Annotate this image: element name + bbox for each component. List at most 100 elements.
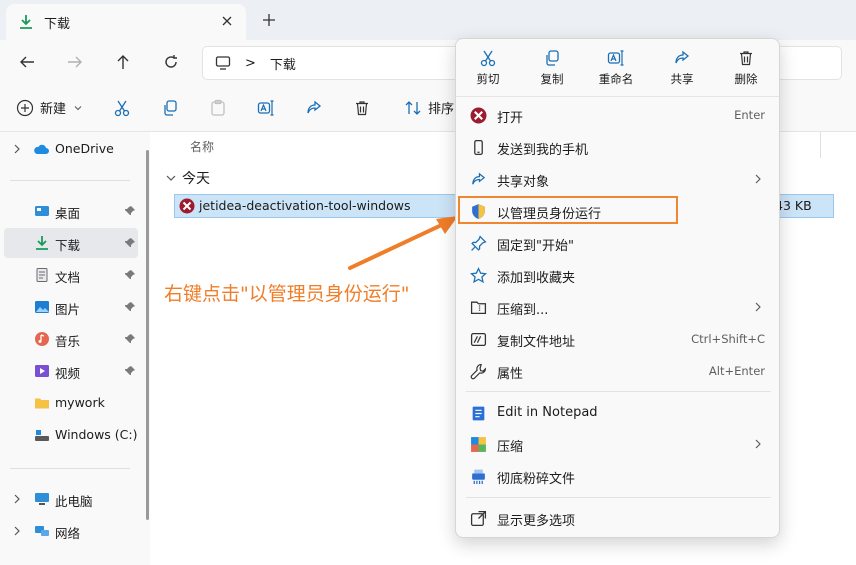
sidebar-item-label: Windows (C:) <box>55 427 138 442</box>
menu-item-pin-to-start[interactable]: 固定到"开始" <box>460 228 775 258</box>
new-tab-icon[interactable] <box>262 13 276 27</box>
sidebar-item-desktop[interactable]: 桌面 <box>0 196 146 226</box>
menu-item-open[interactable]: 打开 Enter <box>460 100 775 130</box>
group-header-today[interactable]: 今天 <box>166 168 210 188</box>
sidebar-item-label: OneDrive <box>55 141 114 156</box>
refresh-icon[interactable] <box>162 53 180 71</box>
group-title: 今天 <box>182 171 210 187</box>
share-icon <box>472 172 486 185</box>
menu-item-label: Edit in Notepad <box>497 405 598 420</box>
sidebar-item-downloads[interactable]: 下载 <box>4 228 138 258</box>
rename-button[interactable]: 重命名 <box>588 47 644 93</box>
share-button[interactable]: 共享 <box>654 47 710 93</box>
menu-item-properties[interactable]: 属性 Alt+Enter <box>460 356 775 386</box>
menu-item-edit-in-notepad[interactable]: Edit in Notepad <box>460 398 775 428</box>
menu-item-label: 固定到"开始" <box>497 239 574 254</box>
copy-icon <box>546 50 559 66</box>
sidebar-item-mywork[interactable]: mywork <box>0 388 146 418</box>
pin-icon[interactable] <box>124 205 136 217</box>
tab-downloads[interactable]: 下载 <box>6 4 246 40</box>
menu-separator <box>466 391 771 392</box>
chevron-right-icon <box>755 174 761 184</box>
chevron-right-icon[interactable] <box>12 525 22 537</box>
chevron-right-icon <box>755 439 761 449</box>
sidebar-item-label: 桌面 <box>55 206 81 221</box>
menu-item-share-with[interactable]: 共享对象 <box>460 164 775 194</box>
sidebar-item-pictures[interactable]: 图片 <box>0 292 146 322</box>
share-icon <box>675 50 690 64</box>
pin-icon <box>471 235 487 251</box>
menu-item-shred-file[interactable]: 彻底粉碎文件 <box>460 461 775 491</box>
close-icon[interactable] <box>220 14 234 28</box>
menu-item-show-more-options[interactable]: 显示更多选项 <box>460 503 775 533</box>
sidebar-item-music[interactable]: 音乐 <box>0 324 146 354</box>
breadcrumb-separator: > <box>245 55 256 71</box>
menu-item-compress-to[interactable]: 压缩到... <box>460 292 775 322</box>
menu-item-label: 彻底粉碎文件 <box>497 472 576 487</box>
app-icon <box>179 198 195 214</box>
menu-item-compress[interactable]: 压缩 <box>460 429 775 459</box>
copy-button[interactable]: 复制 <box>524 47 580 93</box>
copy-icon[interactable] <box>161 99 179 117</box>
menu-item-shortcut: Alt+Enter <box>708 364 765 378</box>
wrench-icon <box>470 364 486 380</box>
rename-icon <box>607 50 624 66</box>
delete-label: 删除 <box>734 72 758 86</box>
trash-icon <box>740 51 752 66</box>
new-button[interactable]: 新建 <box>16 98 82 117</box>
chevron-right-icon[interactable] <box>12 143 22 155</box>
menu-item-copy-as-path[interactable]: 复制文件地址 Ctrl+Shift+C <box>460 324 775 354</box>
external-link-icon <box>470 510 487 527</box>
pin-icon[interactable] <box>124 365 136 377</box>
rename-icon[interactable] <box>257 99 275 117</box>
pin-icon[interactable] <box>124 237 136 249</box>
menu-item-send-to-phone[interactable]: 发送到我的手机 <box>460 132 775 162</box>
sort-icon <box>405 100 421 115</box>
document-icon <box>36 268 48 282</box>
menu-item-shortcut: Ctrl+Shift+C <box>691 332 765 346</box>
up-arrow-icon[interactable] <box>114 53 132 71</box>
trash-icon[interactable] <box>353 99 371 117</box>
chevron-right-icon[interactable] <box>12 493 22 505</box>
notepad-icon <box>472 406 485 421</box>
cut-button[interactable]: 剪切 <box>460 47 516 93</box>
context-menu: 剪切 复制 重命名 共享 删除 打开 Enter 发送到我的手机 共享对象 以管… <box>455 38 780 538</box>
sidebar-item-onedrive[interactable]: OneDrive <box>0 134 146 164</box>
tab-bar: 下载 <box>0 0 856 40</box>
column-divider[interactable] <box>820 132 821 158</box>
breadcrumb-item[interactable]: 下载 <box>270 54 296 73</box>
menu-item-label: 压缩 <box>497 440 524 455</box>
sidebar-item-windows-c[interactable]: Windows (C:) <box>0 420 146 450</box>
plus-circle-icon <box>16 99 34 116</box>
sidebar-item-videos[interactable]: 视频 <box>0 356 146 386</box>
pin-icon[interactable] <box>124 301 136 313</box>
delete-button[interactable]: 删除 <box>718 47 774 93</box>
computer-icon <box>215 56 231 70</box>
sort-button[interactable]: 排序 <box>404 98 454 117</box>
sidebar-item-label: 下载 <box>55 238 81 253</box>
back-arrow-icon[interactable] <box>18 53 36 71</box>
new-label: 新建 <box>40 102 67 117</box>
cloud-icon <box>34 144 49 154</box>
pin-icon[interactable] <box>124 333 136 345</box>
folder-icon <box>35 398 49 409</box>
sidebar-scrollbar[interactable] <box>146 150 149 520</box>
archive-icon <box>471 437 486 452</box>
pin-icon[interactable] <box>124 269 136 281</box>
forward-arrow-icon[interactable] <box>66 53 84 71</box>
sidebar-item-documents[interactable]: 文档 <box>0 260 146 290</box>
annotation-text: 右键点击"以管理员身份运行" <box>164 283 410 305</box>
paste-icon[interactable] <box>209 99 227 117</box>
sidebar-item-network[interactable]: 网络 <box>0 516 146 546</box>
column-header-name[interactable]: 名称 <box>190 138 214 155</box>
sidebar-item-label: 此电脑 <box>55 494 93 509</box>
computer-icon <box>35 493 49 505</box>
file-size: 43 KB <box>775 198 812 213</box>
share-icon[interactable] <box>305 99 323 117</box>
menu-item-label: 发送到我的手机 <box>497 143 589 158</box>
share-label: 共享 <box>670 72 694 86</box>
picture-icon <box>35 301 49 313</box>
sidebar-item-this-pc[interactable]: 此电脑 <box>0 484 146 514</box>
menu-item-add-favorites[interactable]: 添加到收藏夹 <box>460 260 775 290</box>
cut-icon[interactable] <box>113 99 131 117</box>
